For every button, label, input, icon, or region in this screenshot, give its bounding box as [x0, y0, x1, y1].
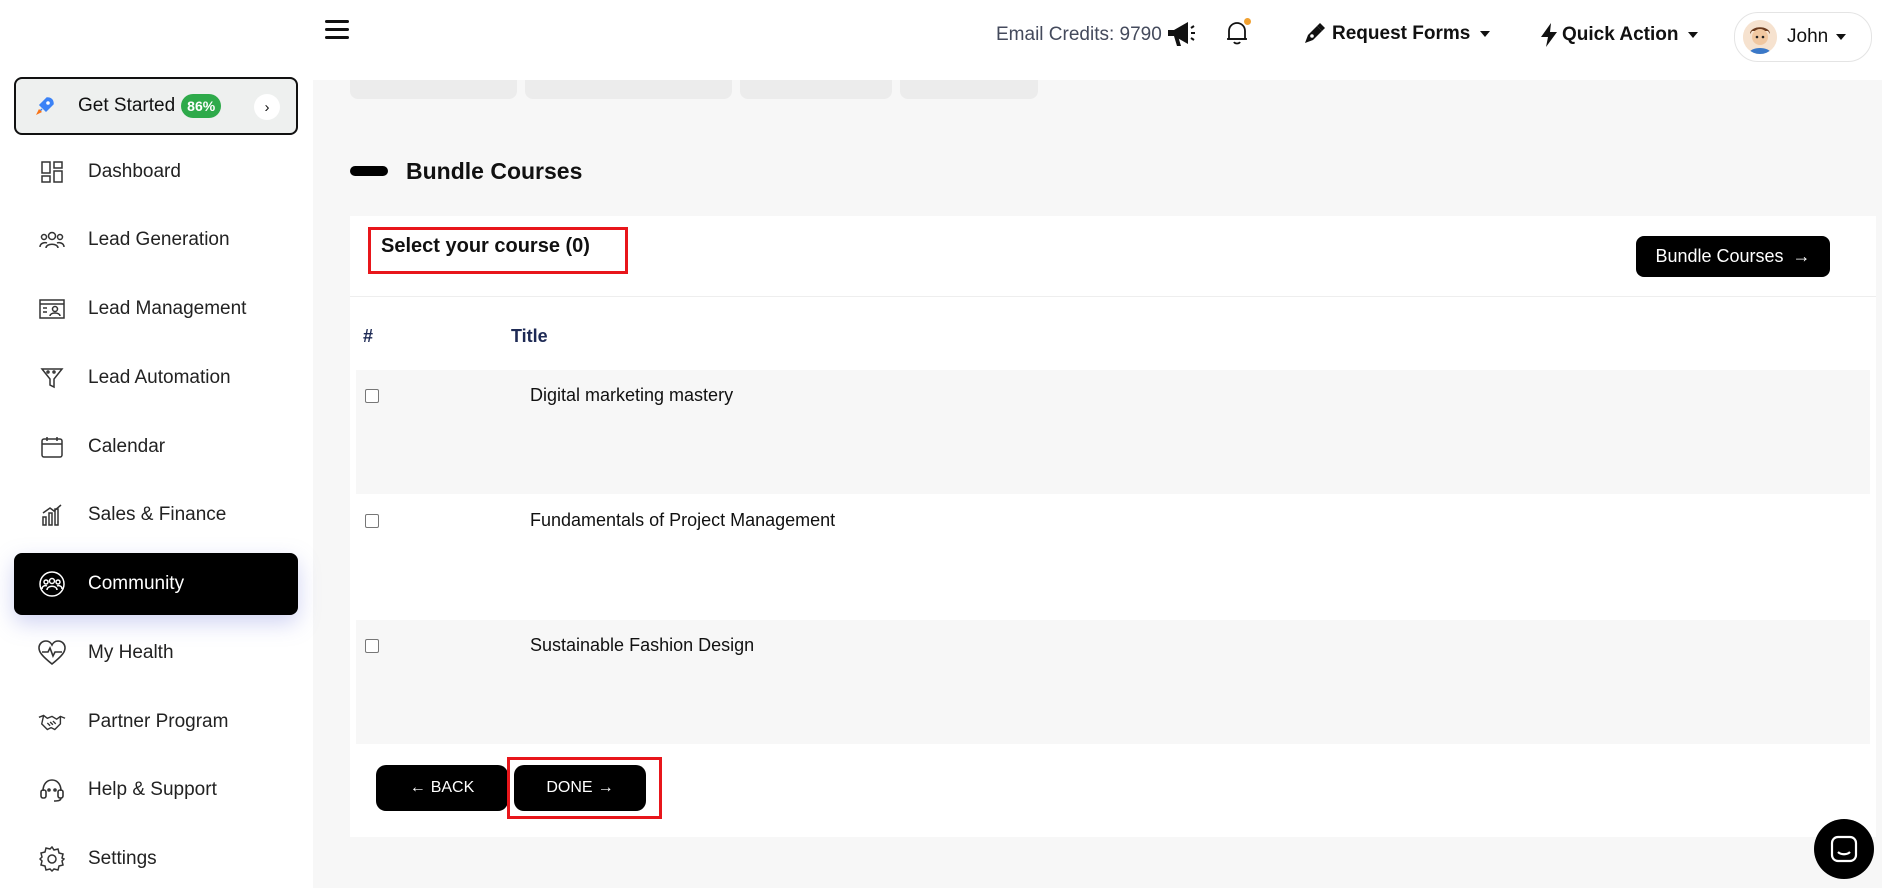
handshake-icon — [38, 708, 66, 736]
caret-down-icon — [1836, 34, 1847, 40]
done-button[interactable]: DONE → — [514, 765, 646, 811]
gear-icon — [38, 845, 66, 873]
back-button[interactable]: ← BACK — [376, 765, 508, 811]
chevron-right-icon[interactable]: › — [254, 94, 280, 120]
notification-dot — [1244, 18, 1251, 25]
sidebar-item-label: Partner Program — [88, 711, 229, 732]
users-icon — [38, 226, 66, 254]
request-forms-label: Request Forms — [1332, 23, 1471, 44]
column-header-number: # — [363, 326, 374, 346]
email-credits: Email Credits: 9790 — [996, 24, 1162, 45]
sidebar-item-lead-automation[interactable]: Lead Automation — [14, 347, 298, 409]
hamburger-menu-icon[interactable] — [325, 20, 349, 42]
chat-icon — [1829, 834, 1859, 864]
contact-card-icon — [38, 295, 66, 323]
get-started-button[interactable]: Get Started 86% › — [14, 77, 298, 135]
sidebar-item-dashboard[interactable]: Dashboard — [14, 141, 298, 203]
table-row: Digital marketing mastery — [356, 370, 1870, 494]
course-title: Fundamentals of Project Management — [530, 510, 836, 530]
arrow-right-icon: → — [1792, 246, 1811, 266]
sidebar-item-sales-finance[interactable]: Sales & Finance — [14, 484, 298, 546]
sidebar-item-label: My Health — [88, 642, 174, 663]
lightning-icon — [1540, 22, 1558, 48]
sidebar-item-label: Dashboard — [88, 161, 181, 182]
column-header-title: Title — [511, 326, 548, 346]
bundle-courses-button[interactable]: Bundle Courses → — [1636, 236, 1830, 277]
community-icon — [38, 570, 66, 598]
quick-action-label: Quick Action — [1562, 24, 1679, 45]
sidebar-item-label: Calendar — [88, 436, 166, 457]
get-started-label: Get Started — [78, 95, 176, 116]
sidebar-item-label: Lead Automation — [88, 367, 231, 388]
sidebar-item-label: Lead Management — [88, 298, 247, 319]
sidebar-item-label: Settings — [88, 848, 157, 869]
progress-badge: 86% — [181, 94, 222, 118]
user-name: John — [1787, 26, 1829, 47]
table-row: Fundamentals of Project Management — [356, 495, 1870, 619]
course-checkbox[interactable] — [365, 389, 379, 403]
heart-pulse-icon — [38, 639, 66, 667]
arrow-right-icon: → — [597, 779, 614, 796]
bar-chart-icon — [38, 501, 66, 529]
sidebar-item-community[interactable]: Community — [14, 553, 298, 615]
course-title: Sustainable Fashion Design — [530, 635, 755, 655]
course-checkbox[interactable] — [365, 639, 379, 653]
avatar — [1743, 20, 1777, 54]
bundle-courses-label: Bundle Courses — [1655, 246, 1784, 266]
headset-icon — [38, 776, 66, 804]
sidebar-item-label: Sales & Finance — [88, 504, 227, 525]
sidebar-item-calendar[interactable]: Calendar — [14, 416, 298, 478]
megaphone-icon[interactable] — [1166, 20, 1196, 50]
quick-action-dropdown[interactable]: Quick Action — [1540, 22, 1699, 48]
chat-button[interactable] — [1814, 819, 1874, 879]
highlight-box — [368, 227, 628, 274]
funnel-icon — [38, 364, 66, 392]
request-forms-dropdown[interactable]: Request Forms — [1302, 22, 1491, 46]
sidebar-item-my-health[interactable]: My Health — [14, 622, 298, 684]
table-row: Sustainable Fashion Design — [356, 620, 1870, 744]
sidebar-item-help-support[interactable]: Help & Support — [14, 759, 298, 821]
sidebar-item-lead-management[interactable]: Lead Management — [14, 278, 298, 340]
sidebar-item-label: Lead Generation — [88, 229, 230, 250]
arrow-left-icon: ← — [409, 779, 426, 796]
calendar-icon — [38, 433, 66, 461]
caret-down-icon — [1688, 32, 1699, 38]
sidebar-item-label: Community — [88, 573, 185, 594]
done-label: DONE — [546, 779, 593, 796]
sidebar-item-settings[interactable]: Settings — [14, 828, 298, 888]
course-title: Digital marketing mastery — [530, 385, 734, 405]
user-menu[interactable]: John — [1734, 12, 1872, 62]
dashboard-icon — [38, 158, 66, 186]
course-checkbox[interactable] — [365, 514, 379, 528]
pen-icon — [1302, 22, 1326, 46]
caret-down-icon — [1480, 31, 1491, 37]
sidebar-item-lead-generation[interactable]: Lead Generation — [14, 209, 298, 271]
rocket-icon — [32, 93, 58, 119]
sidebar: Get Started 86% › Dashboard Lead Generat… — [0, 0, 313, 888]
course-selection-card: Select your course (0) Bundle Courses → … — [350, 216, 1876, 837]
section-marker — [350, 166, 388, 176]
page-title: Bundle Courses — [406, 158, 583, 184]
card-header: Select your course (0) Bundle Courses → — [350, 216, 1876, 297]
sidebar-item-partner-program[interactable]: Partner Program — [14, 691, 298, 753]
sidebar-item-label: Help & Support — [88, 779, 217, 800]
back-label: BACK — [430, 779, 475, 796]
